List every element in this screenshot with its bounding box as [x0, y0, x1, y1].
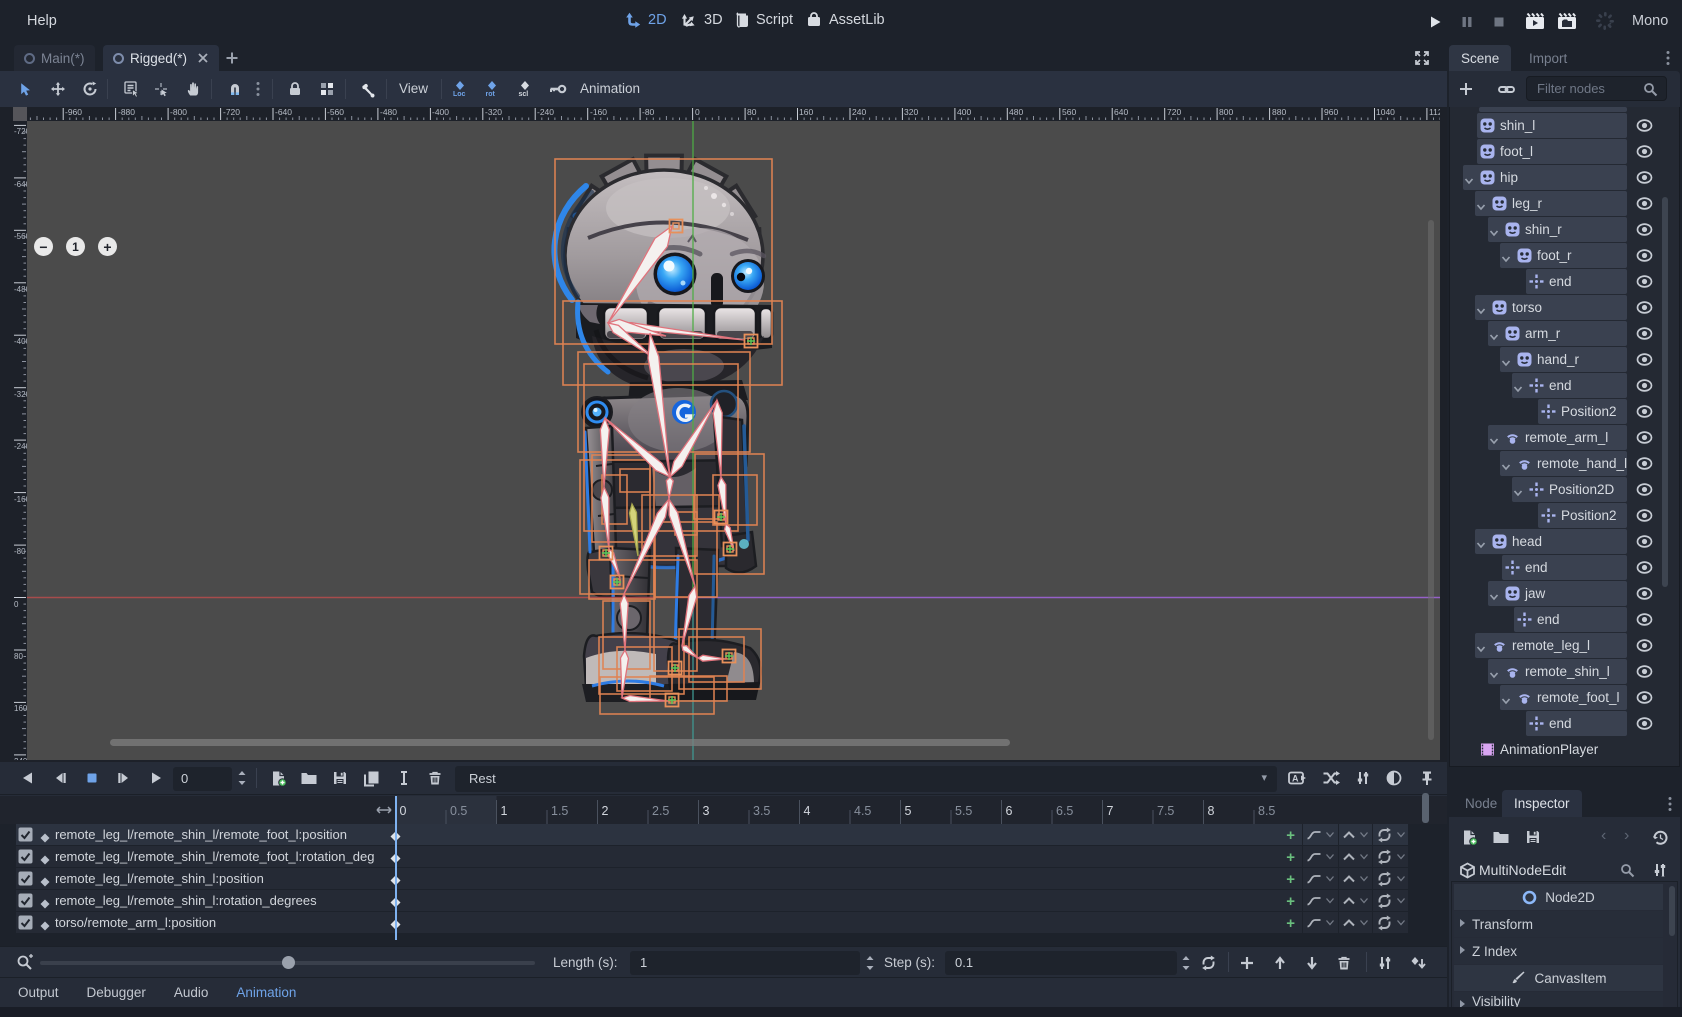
svg-text:0: 0	[400, 804, 407, 818]
svg-text:2: 2	[602, 804, 609, 818]
svg-text:-80: -80	[642, 107, 655, 117]
svg-text:A: A	[1292, 774, 1299, 784]
svg-text:6: 6	[1006, 804, 1013, 818]
svg-text:rot: rot	[486, 91, 496, 98]
svg-text:240: 240	[14, 757, 27, 760]
svg-text:-240: -240	[537, 107, 554, 117]
svg-text:7.5: 7.5	[1157, 804, 1174, 818]
svg-text:800: 800	[1219, 107, 1233, 117]
svg-text:-320: -320	[485, 107, 502, 117]
svg-text:-160: -160	[590, 107, 607, 117]
svg-text:0: 0	[695, 107, 700, 117]
svg-text:-720: -720	[223, 107, 240, 117]
svg-text:160: 160	[799, 107, 813, 117]
svg-text:560: 560	[1062, 107, 1076, 117]
svg-text:-960: -960	[65, 107, 82, 117]
svg-text:8: 8	[1208, 804, 1215, 818]
svg-text:240: 240	[852, 107, 866, 117]
svg-text:6.5: 6.5	[1056, 804, 1073, 818]
svg-text:5.5: 5.5	[955, 804, 972, 818]
svg-text:320: 320	[904, 107, 918, 117]
svg-text:640: 640	[1114, 107, 1128, 117]
svg-text:Loc: Loc	[453, 91, 466, 98]
svg-text:-640: -640	[275, 107, 292, 117]
svg-text:8.5: 8.5	[1258, 804, 1275, 818]
svg-text:0.5: 0.5	[450, 804, 467, 818]
svg-text:1120: 1120	[1429, 107, 1440, 117]
svg-text:2.5: 2.5	[652, 804, 669, 818]
svg-text:-800: -800	[170, 107, 187, 117]
svg-text:4: 4	[804, 804, 811, 818]
svg-text:1: 1	[501, 804, 508, 818]
svg-text:0: 0	[14, 600, 19, 609]
svg-text:-880: -880	[118, 107, 135, 117]
svg-text:1040: 1040	[1376, 107, 1395, 117]
svg-text:3.5: 3.5	[753, 804, 770, 818]
svg-text:-400: -400	[432, 107, 449, 117]
svg-text:400: 400	[957, 107, 971, 117]
svg-text:-560: -560	[327, 107, 344, 117]
svg-text:5: 5	[905, 804, 912, 818]
svg-text:1.5: 1.5	[551, 804, 568, 818]
svg-text:80: 80	[747, 107, 757, 117]
svg-text:960: 960	[1324, 107, 1338, 117]
svg-text:4.5: 4.5	[854, 804, 871, 818]
svg-text:7: 7	[1107, 804, 1114, 818]
svg-text:scl: scl	[519, 91, 529, 98]
svg-text:-480: -480	[380, 107, 397, 117]
svg-text:720: 720	[1167, 107, 1181, 117]
svg-text:80: 80	[14, 652, 23, 661]
svg-text:3: 3	[703, 804, 710, 818]
svg-text:480: 480	[1009, 107, 1023, 117]
svg-text:880: 880	[1272, 107, 1286, 117]
